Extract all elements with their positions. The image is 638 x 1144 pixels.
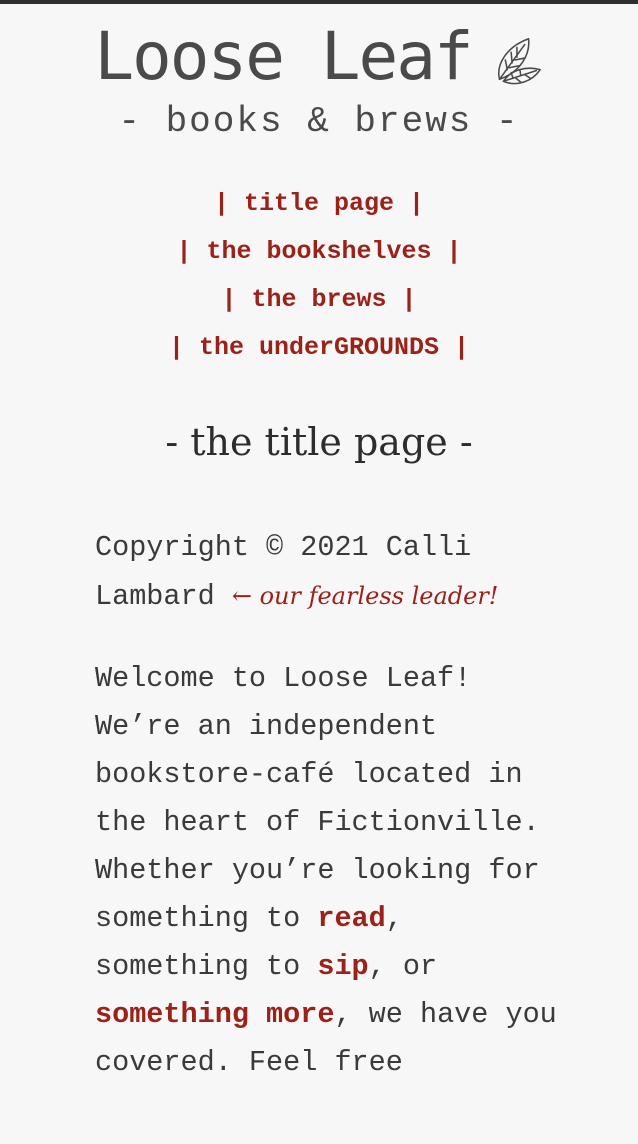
site-header: Loose Leaf - books & brews - (0, 20, 638, 144)
sip-link[interactable]: sip (317, 950, 368, 983)
read-link[interactable]: read (317, 902, 385, 935)
welcome-text-3: , or (368, 950, 438, 983)
site-title: Loose Leaf (94, 18, 473, 95)
nav-link-title-page[interactable]: | title page | (0, 180, 638, 228)
welcome-paragraph: Welcome to Loose Leaf! We’re an independ… (95, 655, 565, 1087)
leader-note: ← our fearless leader! (231, 582, 499, 610)
something-more-link[interactable]: something more (95, 998, 334, 1031)
site-tagline: - books & brews - (118, 101, 520, 142)
copyright-paragraph: Copyright © 2021 Calli Lambard ← our fea… (95, 524, 565, 621)
nav-link-undergrounds[interactable]: | the underGROUNDS | (0, 324, 638, 372)
page-heading: - the title page - (165, 420, 473, 464)
leaf-icon (497, 37, 541, 85)
main-nav: | title page | | the bookshelves | | the… (0, 180, 638, 372)
top-bar (0, 0, 638, 4)
title-row: Loose Leaf (0, 20, 638, 94)
welcome-text-1: Welcome to Loose Leaf! We’re an independ… (95, 662, 540, 935)
nav-link-brews[interactable]: | the brews | (0, 276, 638, 324)
nav-link-bookshelves[interactable]: | the bookshelves | (0, 228, 638, 276)
main-content: Copyright © 2021 Calli Lambard ← our fea… (95, 524, 565, 1121)
